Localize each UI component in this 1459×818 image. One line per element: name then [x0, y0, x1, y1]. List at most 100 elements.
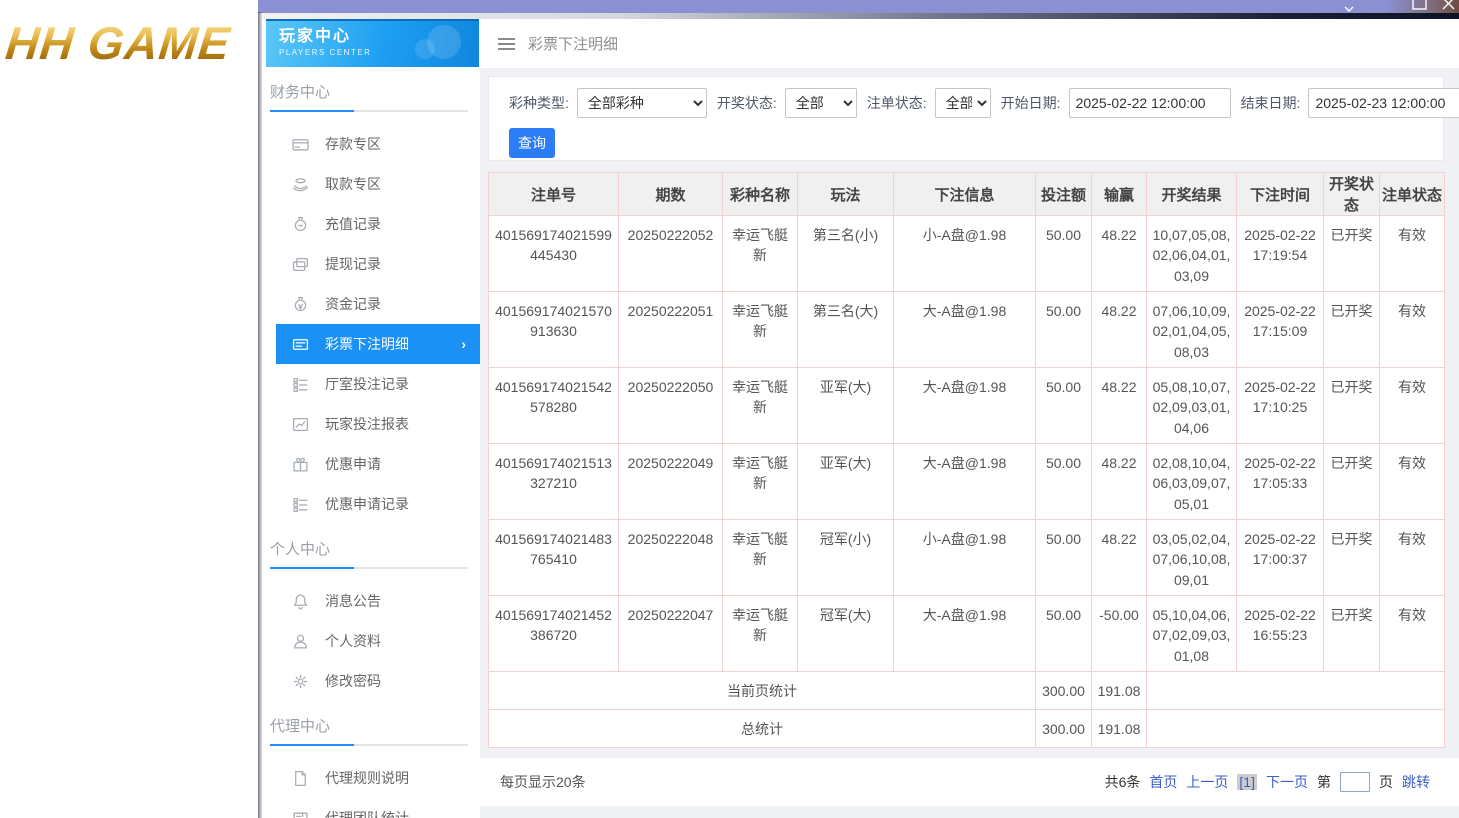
table-cell: 20250222048 — [618, 519, 723, 596]
table-cell: 已开奖 — [1323, 367, 1380, 444]
team-stats-icon — [292, 810, 309, 818]
sidebar-item-label: 优惠申请记录 — [325, 496, 409, 512]
sidebar-item-个人资料[interactable]: 个人资料 — [262, 621, 480, 661]
bet-status-select[interactable]: 全部 — [934, 88, 991, 118]
table-row: 401569174021483765410 20250222048 幸运飞艇新 冠军(… — [488, 519, 1445, 596]
chevron-right-icon: › — [461, 336, 466, 352]
jump-suffix-label: 页 — [1379, 774, 1393, 790]
window-titlebar — [258, 0, 1459, 13]
table-cell: 已开奖 — [1323, 519, 1380, 596]
sidebar-item-存款专区[interactable]: 存款专区 — [262, 124, 480, 164]
table-cell: 2025-02-22 17:10:25 — [1236, 367, 1324, 444]
summary-bet-total: 300.00 — [1035, 709, 1092, 748]
sidebar-item-充值记录[interactable]: 充值记录 — [262, 204, 480, 244]
table-cell: 第三名(大) — [797, 291, 894, 368]
start-date-input[interactable] — [1068, 88, 1231, 118]
gift-icon — [292, 456, 309, 473]
table-cell: 幸运飞艇新 — [722, 443, 798, 520]
maximize-icon[interactable] — [1412, 0, 1427, 13]
jump-button[interactable]: 跳转 — [1402, 772, 1430, 792]
column-header: 输赢 — [1091, 172, 1147, 216]
sidebar-item-厅室投注记录[interactable]: 厅室投注记录 — [262, 364, 480, 404]
column-header: 注单号 — [488, 172, 619, 216]
table-cell: 有效 — [1379, 519, 1445, 596]
summary-bet-total: 300.00 — [1035, 671, 1092, 710]
background-page: HH GAME — [0, 0, 258, 818]
sidebar-item-label: 彩票下注明细 — [325, 336, 409, 352]
section-underline — [270, 110, 468, 112]
bets-table-wrap: 注单号 期数 彩种名称 玩法 下注信息 投注额 输赢 开奖结果 下注时间 开奖状态 注单状态 401… — [488, 172, 1445, 748]
first-page-link[interactable]: 首页 — [1149, 772, 1177, 792]
table-cell: 幸运飞艇新 — [722, 367, 798, 444]
table-cell: 50.00 — [1035, 595, 1092, 672]
column-header: 玩法 — [797, 172, 894, 216]
sidebar-nav: 财务中心存款专区 取款专区充值记录提现记录 资金记录彩票下注明细 › 厅室投注记录 玩家投… — [262, 81, 480, 818]
sidebar-item-label: 代理团队统计 — [325, 810, 409, 818]
table-row: 401569174021599445430 20250222052 幸运飞艇新 第三名… — [488, 215, 1445, 292]
sidebar-item-取款专区[interactable]: 取款专区 — [262, 164, 480, 204]
sidebar-item-提现记录[interactable]: 提现记录 — [262, 244, 480, 284]
section-underline — [270, 744, 468, 746]
table-cell: 幸运飞艇新 — [722, 291, 798, 368]
table-cell: 大-A盘@1.98 — [893, 595, 1036, 672]
bank-card-icon — [292, 136, 309, 153]
chevron-down-icon[interactable] — [1344, 0, 1354, 13]
lottery-type-select[interactable]: 全部彩种 — [576, 88, 707, 118]
close-icon[interactable] — [1442, 0, 1455, 13]
sidebar-item-彩票下注明细[interactable]: 彩票下注明细 › — [276, 324, 480, 364]
moneybag-icon — [292, 216, 309, 233]
summary-label: 当前页统计 — [488, 671, 1036, 710]
player-center-window: 玩家中心 PLAYERS CENTER 财务中心 存款专区 取款专区 充值记录 提现记录… — [258, 0, 1459, 818]
sidebar-item-修改密码[interactable]: 修改密码 — [262, 661, 480, 701]
wallet-icon — [292, 256, 309, 273]
table-cell: 401569174021570913630 — [488, 291, 619, 368]
summary-row: 当前页统计 300.00 191.08 — [488, 671, 1445, 710]
table-cell: 48.22 — [1091, 291, 1147, 368]
table-cell: 401569174021452386720 — [488, 595, 619, 672]
table-cell: 已开奖 — [1323, 595, 1380, 672]
sidebar-item-玩家投注报表[interactable]: 玩家投注报表 — [262, 404, 480, 444]
sidebar-item-代理团队统计[interactable]: 代理团队统计 — [262, 798, 480, 818]
sidebar-item-优惠申请[interactable]: 优惠申请 — [262, 444, 480, 484]
sidebar-item-label: 代理规则说明 — [325, 770, 409, 786]
sidebar-item-优惠申请记录[interactable]: 优惠申请记录 — [262, 484, 480, 524]
sidebar-section-title: 财务中心 — [270, 84, 331, 101]
next-page-link[interactable]: 下一页 — [1266, 772, 1308, 792]
table-cell: 有效 — [1379, 215, 1445, 292]
summary-label: 总统计 — [488, 709, 1036, 748]
jump-page-input[interactable] — [1340, 772, 1370, 792]
table-cell: 大-A盘@1.98 — [893, 367, 1036, 444]
end-date-input[interactable] — [1308, 88, 1459, 118]
sidebar-item-资金记录[interactable]: 资金记录 — [262, 284, 480, 324]
total-count-text: 共6条 — [1104, 774, 1141, 790]
search-button[interactable]: 查询 — [509, 128, 555, 158]
main-area: 彩票下注明细 彩种类型: 全部彩种 开奖状态: 全部 注单状态: 全部 开始日期… — [480, 19, 1459, 818]
draw-status-select[interactable]: 全部 — [784, 88, 857, 118]
table-cell: 亚军(大) — [797, 367, 894, 444]
gear-icon — [292, 673, 309, 690]
summary-row: 总统计 300.00 191.08 — [488, 709, 1445, 748]
sidebar-item-label: 充值记录 — [325, 216, 381, 232]
sidebar-item-label: 玩家投注报表 — [325, 416, 409, 432]
table-cell: 有效 — [1379, 443, 1445, 520]
sidebar-item-消息公告[interactable]: 消息公告 — [262, 581, 480, 621]
table-cell: 2025-02-22 16:55:23 — [1236, 595, 1324, 672]
column-header: 彩种名称 — [722, 172, 798, 216]
column-header: 投注额 — [1035, 172, 1092, 216]
sidebar-item-label: 厅室投注记录 — [325, 376, 409, 392]
table-cell: 20250222052 — [618, 215, 723, 292]
column-header: 下注信息 — [893, 172, 1036, 216]
lottery-type-label: 彩种类型: — [509, 95, 569, 111]
table-body: 401569174021599445430 20250222052 幸运飞艇新 第三名… — [488, 215, 1445, 748]
table-head: 注单号 期数 彩种名称 玩法 下注信息 投注额 输赢 开奖结果 下注时间 开奖状态 注单状态 — [488, 172, 1445, 216]
table-cell: 大-A盘@1.98 — [893, 443, 1036, 520]
sidebar-subtitle: PLAYERS CENTER — [279, 48, 372, 57]
table-cell: 401569174021599445430 — [488, 215, 619, 292]
hamburger-menu-icon[interactable] — [498, 37, 515, 50]
table-cell: 50.00 — [1035, 291, 1092, 368]
sidebar-item-label: 优惠申请 — [325, 456, 381, 472]
prev-page-link[interactable]: 上一页 — [1186, 772, 1228, 792]
sidebar-item-代理规则说明[interactable]: 代理规则说明 — [262, 758, 480, 798]
table-cell: 48.22 — [1091, 367, 1147, 444]
table-cell: 幸运飞艇新 — [722, 519, 798, 596]
